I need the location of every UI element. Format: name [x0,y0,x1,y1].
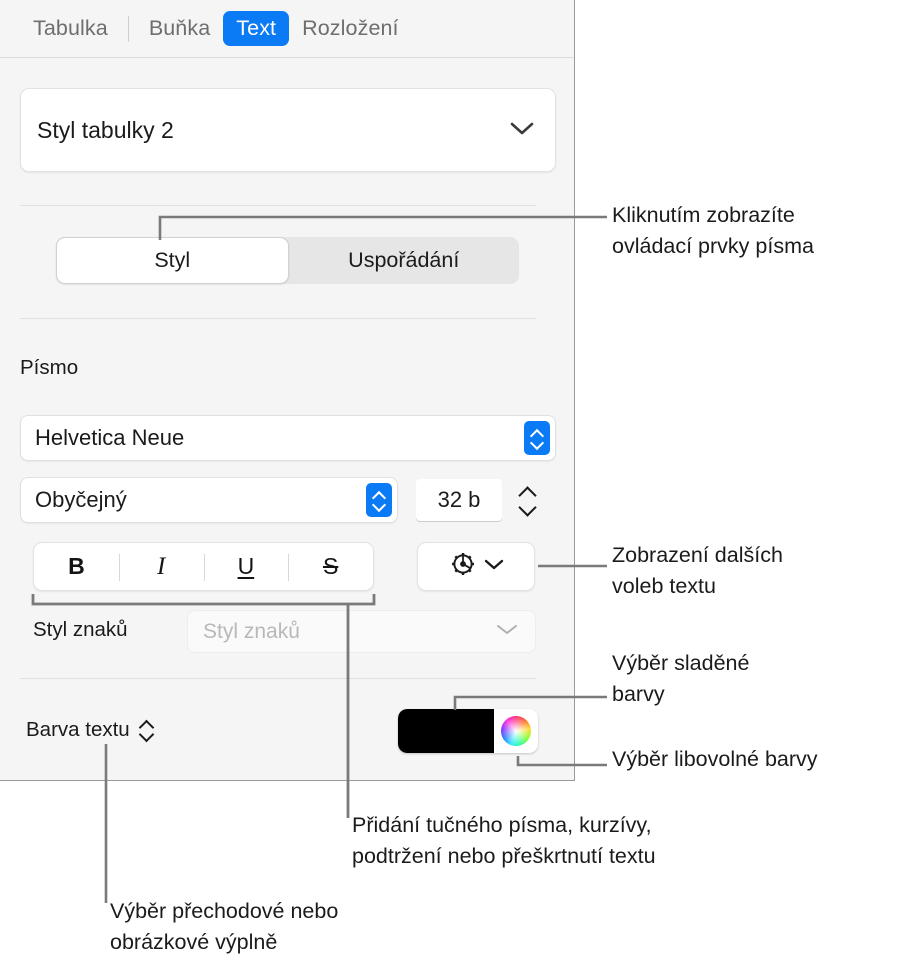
segment-usporadani[interactable]: Uspořádání [289,237,520,284]
callout-gradient-fill: Výběr přechodové nebo obrázkové výplně [110,899,339,954]
chevron-down-icon [495,622,519,641]
font-style-stepper-icon[interactable] [366,483,392,517]
tab-separator [127,15,129,42]
divider-top [20,205,536,206]
tab-rozlozeni[interactable]: Rozložení [289,11,412,46]
chevron-down-icon [483,557,505,576]
segment-styl[interactable]: Styl [56,237,289,284]
stepper-up-icon[interactable] [518,488,536,497]
font-size-value: 32 b [437,487,481,512]
stepper-down-icon[interactable] [518,504,536,513]
table-style-value: Styl tabulky 2 [37,116,174,143]
callout-more-text-options: Zobrazení dalších voleb textu [612,543,783,598]
tab-bunka[interactable]: Buňka [136,11,223,46]
callout-bius: Přidání tučného písma, kurzívy, podtržen… [352,813,656,868]
font-size-stepper[interactable] [513,477,541,523]
font-family-popup[interactable]: Helvetica Neue [20,415,556,461]
font-size-input[interactable]: 32 b [416,479,502,521]
font-section-heading: Písmo [20,356,79,379]
color-wheel-icon [501,716,531,746]
tab-tabulka[interactable]: Tabulka [20,11,121,46]
text-color-label-group[interactable]: Barva textu [26,718,153,742]
divider-above-color [20,678,536,679]
character-style-combobox[interactable]: Styl znaků [187,610,536,653]
style-arrange-segmented-control: Styl Uspořádání [56,237,519,284]
italic-button[interactable]: I [118,543,204,590]
font-family-value: Helvetica Neue [35,425,185,450]
more-text-options-button[interactable] [417,542,535,591]
font-family-stepper-icon[interactable] [524,421,550,455]
table-style-popup-button[interactable]: Styl tabulky 2 [20,88,556,172]
gear-icon [448,549,478,584]
chevron-down-icon [509,120,535,141]
color-wheel-button[interactable] [494,709,538,753]
character-style-label: Styl znaků [33,618,128,641]
character-style-placeholder: Styl znaků [203,619,300,643]
text-format-button-group: B I U S [33,542,374,591]
inspector-tab-bar: Tabulka Buňka Text Rozložení [0,0,574,58]
updown-chevrons-icon[interactable] [139,719,153,741]
bold-button[interactable]: B [34,543,119,590]
format-inspector-panel: Tabulka Buňka Text Rozložení Styl tabulk… [0,0,575,781]
callout-matched-color: Výběr sladěné barvy [612,651,750,706]
strikethrough-button[interactable]: S [288,543,373,590]
text-color-control [398,709,538,753]
callout-style-controls: Kliknutím zobrazíte ovládací prvky písma [612,203,814,258]
underline-button[interactable]: U [203,543,289,590]
callout-any-color: Výběr libovolné barvy [612,747,818,771]
text-color-label: Barva textu [26,718,130,741]
font-style-popup[interactable]: Obyčejný [20,477,398,523]
color-swatch-button[interactable] [398,709,494,753]
tab-text[interactable]: Text [223,11,290,46]
font-style-value: Obyčejný [35,487,127,512]
divider-below-segmented [20,318,536,319]
